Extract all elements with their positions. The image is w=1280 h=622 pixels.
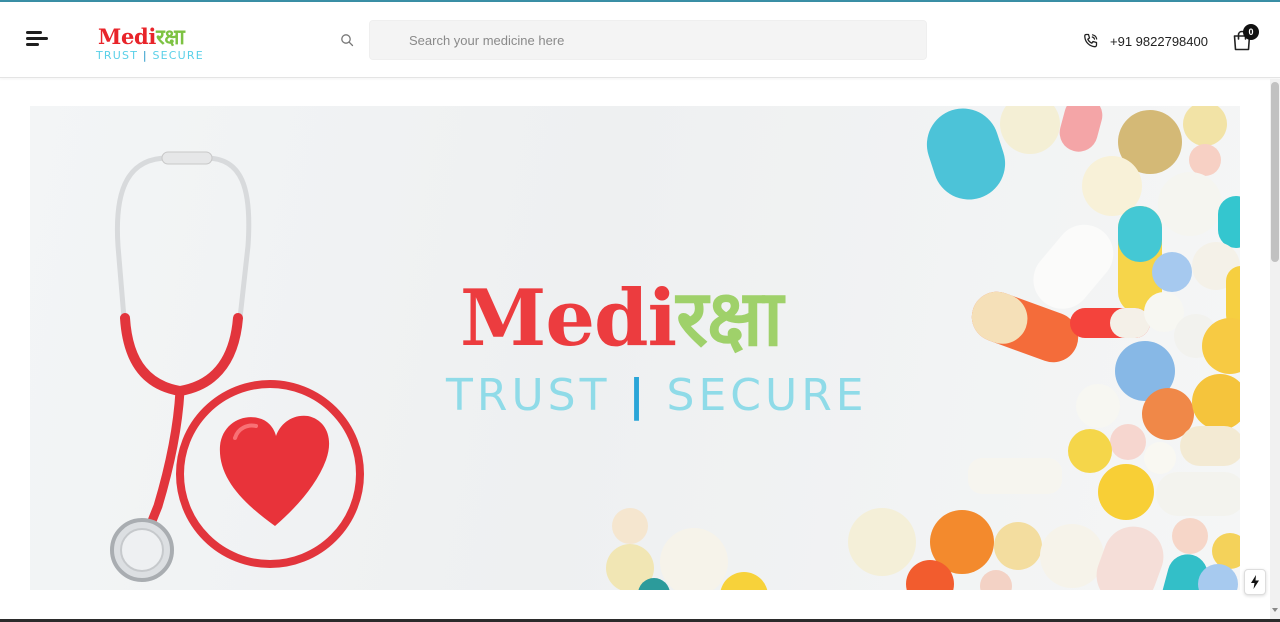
scroll-down-arrow[interactable] [1272,608,1278,612]
cart-count-badge: 0 [1243,24,1259,40]
lightning-icon [1251,575,1259,589]
search-input[interactable] [369,20,927,60]
menu-icon[interactable] [26,31,50,49]
banner-wordmark: Mediरक्षा [460,273,783,364]
logo-tagline: TRUST | SECURE [96,49,204,62]
scrollbar-thumb[interactable] [1271,82,1279,262]
stethoscope-icon [110,151,364,582]
logo-wordmark: Mediरक्षा [98,24,185,49]
search-icon[interactable] [340,33,354,47]
phone-number: +91 9822798400 [1110,33,1208,49]
phone-contact[interactable]: +91 9822798400 [1082,31,1208,51]
site-logo[interactable]: Mediरक्षा TRUST | SECURE [96,24,208,64]
banner-tagline: TRUST | SECURE [446,370,868,421]
quick-action-button[interactable] [1244,569,1266,595]
banner-logo: Mediरक्षा TRUST | SECURE [446,274,866,424]
site-header: Mediरक्षा TRUST | SECURE +91 9822798400 … [0,2,1280,78]
heart-icon [219,415,330,526]
phone-icon [1084,33,1098,48]
hero-banner: Mediरक्षा TRUST | SECURE [30,106,1240,590]
